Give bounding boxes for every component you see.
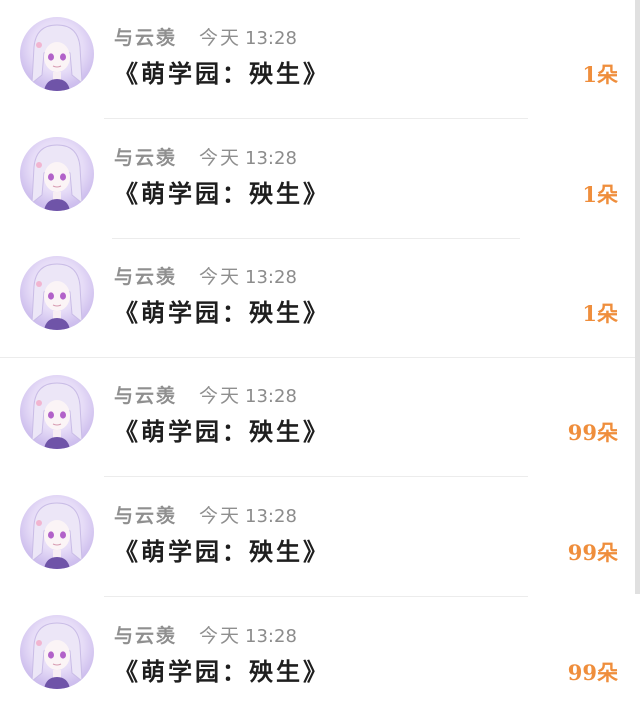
username[interactable]: 与云羡 <box>114 385 177 407</box>
avatar[interactable] <box>20 256 94 330</box>
avatar[interactable] <box>20 17 94 91</box>
time-label: 13:28 <box>245 626 297 647</box>
gift-title[interactable]: 《萌学园：殃生》 <box>114 654 330 690</box>
avatar[interactable] <box>20 375 94 449</box>
username[interactable]: 与云羡 <box>114 27 177 49</box>
list-item[interactable]: 与云羡 今天 13:28 《萌学园：殃生》 99朵 <box>0 478 640 597</box>
gift-title[interactable]: 《萌学园：殃生》 <box>114 176 330 212</box>
anime-girl-avatar-icon <box>31 382 83 449</box>
anime-girl-avatar-icon <box>31 263 83 330</box>
list-item[interactable]: 与云羡 今天 13:28 《萌学园：殃生》 1朵 <box>0 120 640 239</box>
avatar[interactable] <box>20 137 94 211</box>
message-meta: 与云羡 今天 13:28 <box>114 502 297 530</box>
anime-girl-avatar-icon <box>31 24 83 91</box>
time-label: 13:28 <box>245 28 297 49</box>
flower-count: 99朵 <box>567 420 618 445</box>
time-label: 13:28 <box>245 267 297 288</box>
list-item[interactable]: 与云羡 今天 13:28 《萌学园：殃生》 99朵 <box>0 358 640 477</box>
gift-title[interactable]: 《萌学园：殃生》 <box>114 534 330 570</box>
flower-count: 1朵 <box>582 301 618 326</box>
gift-title[interactable]: 《萌学园：殃生》 <box>114 295 330 331</box>
message-meta: 与云羡 今天 13:28 <box>114 263 297 291</box>
anime-girl-avatar-icon <box>31 502 83 569</box>
username[interactable]: 与云羡 <box>114 625 177 647</box>
flower-count: 1朵 <box>582 62 618 87</box>
anime-girl-avatar-icon <box>31 144 83 211</box>
avatar[interactable] <box>20 615 94 689</box>
date-label: 今天 <box>199 147 242 169</box>
message-meta: 与云羡 今天 13:28 <box>114 622 297 650</box>
message-meta: 与云羡 今天 13:28 <box>114 382 297 410</box>
date-label: 今天 <box>199 266 242 288</box>
username[interactable]: 与云羡 <box>114 505 177 527</box>
anime-girl-avatar-icon <box>31 622 83 689</box>
flower-count: 99朵 <box>567 660 618 685</box>
divider <box>104 118 528 119</box>
flower-count: 1朵 <box>582 182 618 207</box>
scrollbar-track[interactable] <box>635 0 640 594</box>
message-meta: 与云羡 今天 13:28 <box>114 24 297 52</box>
list-item[interactable]: 与云羡 今天 13:28 《萌学园：殃生》 1朵 <box>0 0 640 119</box>
time-label: 13:28 <box>245 506 297 527</box>
message-meta: 与云羡 今天 13:28 <box>114 144 297 172</box>
date-label: 今天 <box>199 625 242 647</box>
time-label: 13:28 <box>245 386 297 407</box>
list-item[interactable]: 与云羡 今天 13:28 《萌学园：殃生》 1朵 <box>0 239 640 358</box>
avatar[interactable] <box>20 495 94 569</box>
gift-title[interactable]: 《萌学园：殃生》 <box>114 414 330 450</box>
gift-title[interactable]: 《萌学园：殃生》 <box>114 56 330 92</box>
flower-count: 99朵 <box>567 540 618 565</box>
time-label: 13:28 <box>245 148 297 169</box>
date-label: 今天 <box>199 385 242 407</box>
divider <box>104 596 528 597</box>
date-label: 今天 <box>199 27 242 49</box>
username[interactable]: 与云羡 <box>114 147 177 169</box>
date-label: 今天 <box>199 505 242 527</box>
divider <box>104 476 528 477</box>
list-item[interactable]: 与云羡 今天 13:28 《萌学园：殃生》 99朵 <box>0 598 640 717</box>
username[interactable]: 与云羡 <box>114 266 177 288</box>
